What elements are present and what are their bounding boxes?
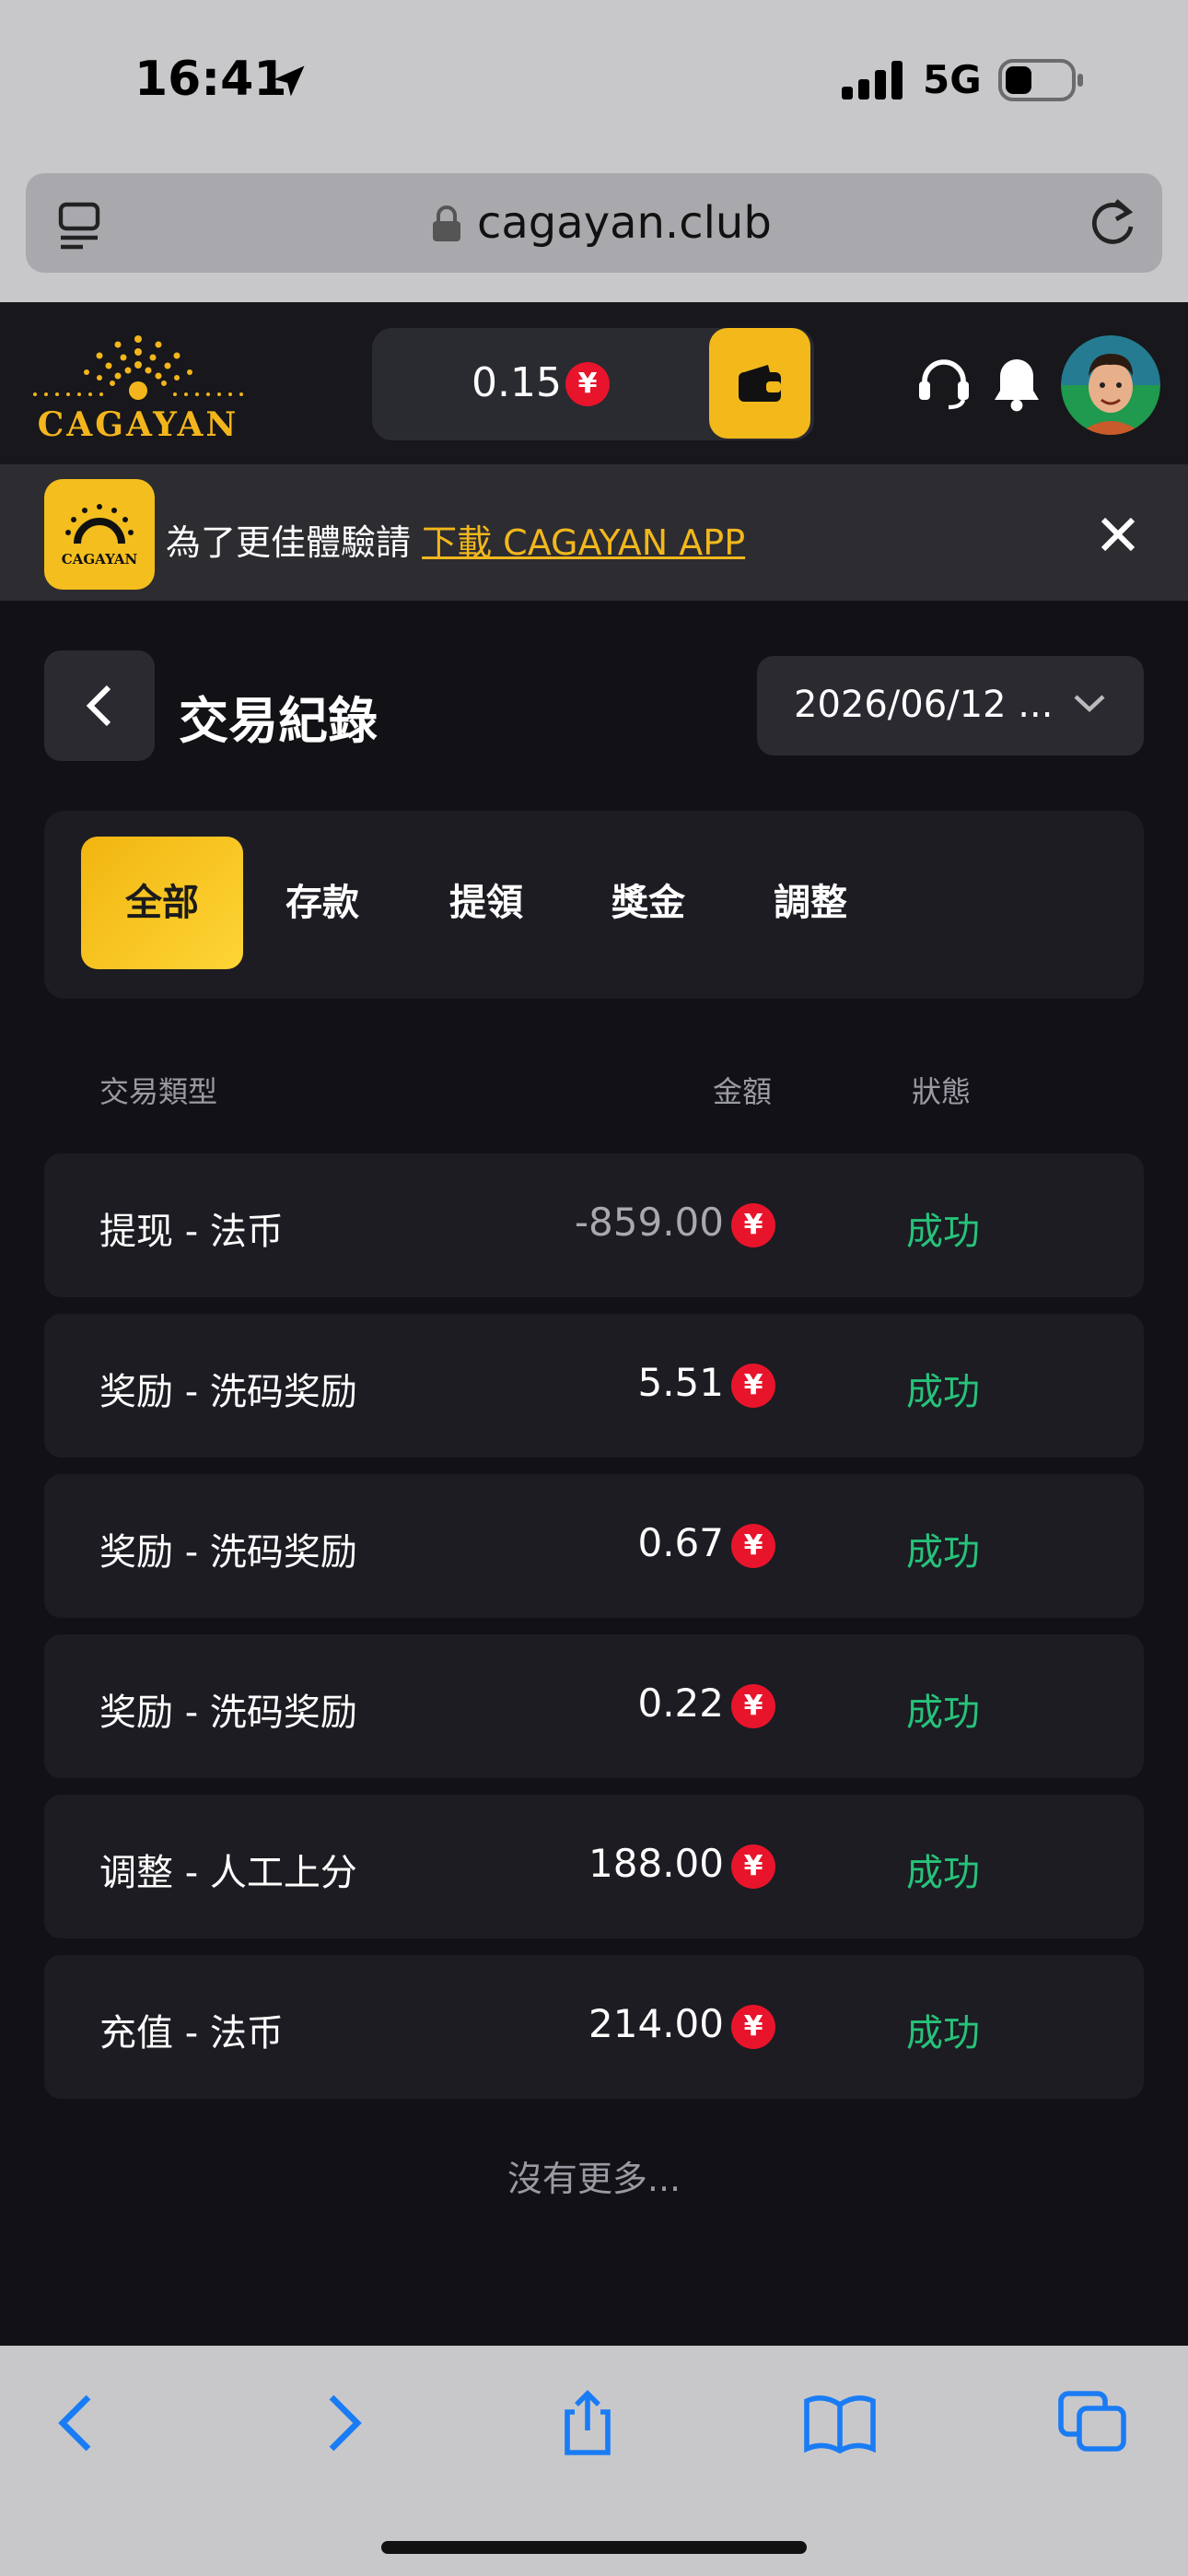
yuan-coin-icon: ¥ <box>731 1844 775 1889</box>
transaction-type: 奖励 - 洗码奖励 <box>99 1531 357 1574</box>
lock-icon <box>433 205 460 241</box>
transaction-amount: -859.00 <box>574 1200 724 1245</box>
table-row[interactable]: 奖励 - 洗码奖励 5.51 ¥ 成功 <box>44 1314 1144 1458</box>
location-arrow-icon <box>274 65 305 97</box>
network-type: 5G <box>923 57 982 102</box>
bookmarks-icon[interactable] <box>803 2390 877 2456</box>
transaction-status: 成功 <box>906 2012 980 2055</box>
app-icon-text: CAGAYAN <box>62 551 138 568</box>
chevron-left-icon <box>86 685 111 727</box>
logo-text: CAGAYAN <box>37 405 239 444</box>
tab-all[interactable]: 全部 <box>81 837 243 969</box>
download-app-link[interactable]: 下載 CAGAYAN APP <box>422 522 745 563</box>
url-text[interactable]: cagayan.club <box>477 197 772 249</box>
headset-icon[interactable] <box>917 356 971 411</box>
app-icon[interactable]: CAGAYAN <box>44 479 155 590</box>
table-row[interactable]: 调整 - 人工上分 188.00 ¥ 成功 <box>44 1795 1144 1938</box>
bell-icon[interactable] <box>991 354 1042 413</box>
tab-adjustment[interactable]: 調整 <box>729 837 891 969</box>
transaction-amount: 0.22 <box>637 1680 724 1726</box>
wallet-icon <box>739 365 781 402</box>
yuan-coin-icon: ¥ <box>731 1684 775 1728</box>
page-title: 交易紀錄 <box>179 692 378 750</box>
app-logo-icon: CAGAYAN <box>62 504 138 568</box>
transaction-amount: 0.67 <box>637 1520 724 1565</box>
yuan-coin-icon: ¥ <box>731 1364 775 1408</box>
tab-bonus[interactable]: 獎金 <box>567 837 729 969</box>
transaction-amount: 214.00 <box>588 2001 724 2046</box>
avatar[interactable] <box>1061 335 1160 435</box>
yuan-coin-icon: ¥ <box>565 362 610 406</box>
transaction-amount: 5.51 <box>637 1360 724 1405</box>
status-time: 16:41 <box>134 52 287 107</box>
column-header-type: 交易類型 <box>99 1074 218 1109</box>
transaction-type: 提现 - 法币 <box>99 1211 284 1253</box>
tab-deposit[interactable]: 存款 <box>241 837 403 969</box>
reload-icon[interactable] <box>1087 195 1138 251</box>
table-row[interactable]: 奖励 - 洗码奖励 0.67 ¥ 成功 <box>44 1474 1144 1618</box>
no-more-text: 沒有更多... <box>507 2159 681 2199</box>
transaction-type: 奖励 - 洗码奖励 <box>99 1371 357 1413</box>
back-arrow-icon[interactable] <box>44 2390 118 2456</box>
tab-withdraw[interactable]: 提領 <box>405 837 567 969</box>
table-row[interactable]: 提现 - 法币 -859.00 ¥ 成功 <box>44 1153 1144 1297</box>
close-icon[interactable] <box>1098 514 1138 555</box>
date-filter-value: 2026/06/12 ... <box>794 684 1054 726</box>
balance-value: 0.15 <box>472 359 562 406</box>
share-icon[interactable] <box>551 2390 624 2456</box>
transaction-status: 成功 <box>906 1211 980 1253</box>
battery-icon <box>998 59 1083 101</box>
forward-arrow-icon[interactable] <box>302 2390 376 2456</box>
transaction-status: 成功 <box>906 1852 980 1894</box>
yuan-coin-icon: ¥ <box>731 1524 775 1568</box>
reader-mode-icon[interactable] <box>57 201 105 251</box>
tabs-icon[interactable] <box>1057 2390 1131 2456</box>
yuan-coin-icon: ¥ <box>731 1203 775 1247</box>
transaction-status: 成功 <box>906 1692 980 1734</box>
banner-text: 為了更佳體驗請 <box>166 522 423 563</box>
banner-message: 為了更佳體驗請 下載 CAGAYAN APP <box>166 514 745 565</box>
table-row[interactable]: 充值 - 法币 214.00 ¥ 成功 <box>44 1955 1144 2099</box>
transaction-type: 调整 - 人工上分 <box>99 1852 357 1894</box>
transaction-type: 奖励 - 洗码奖励 <box>99 1692 357 1734</box>
transaction-amount: 188.00 <box>588 1841 724 1886</box>
signal-icon <box>842 61 903 100</box>
transaction-type: 充值 - 法币 <box>99 2012 284 2055</box>
column-header-status: 狀態 <box>912 1074 972 1109</box>
transaction-status: 成功 <box>906 1371 980 1413</box>
home-indicator <box>381 2541 807 2554</box>
table-row[interactable]: 奖励 - 洗码奖励 0.22 ¥ 成功 <box>44 1634 1144 1778</box>
transaction-status: 成功 <box>906 1531 980 1574</box>
chevron-down-icon <box>1074 695 1105 713</box>
yuan-coin-icon: ¥ <box>731 2005 775 2049</box>
page: 16:41 5G cagayan.club CAGAYAN 0.15 ¥ CAG… <box>0 0 1188 2576</box>
column-header-amount: 金額 <box>713 1074 773 1109</box>
